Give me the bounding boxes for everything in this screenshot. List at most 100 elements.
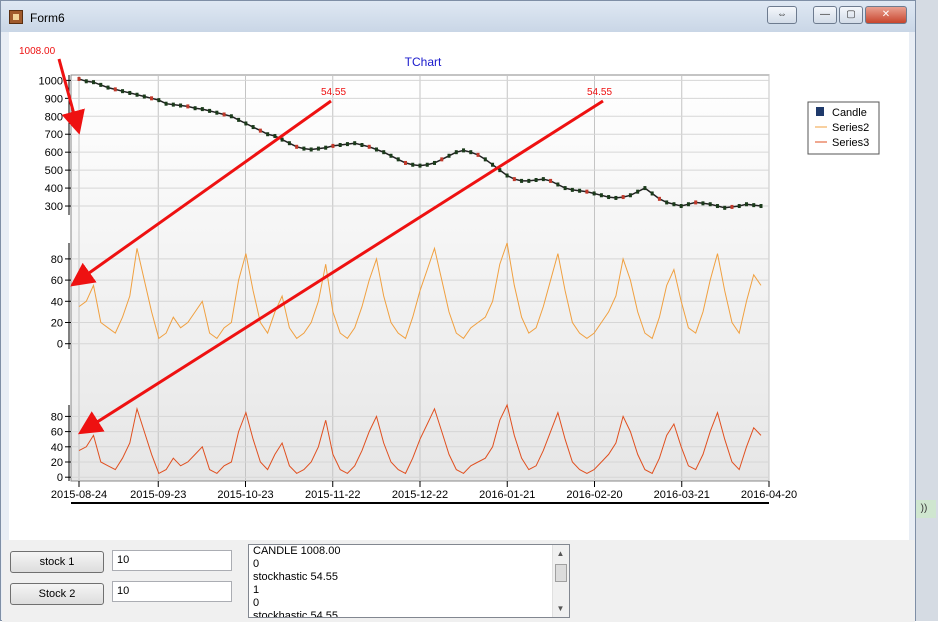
candle-mark [679,204,683,209]
y-tick-label: 80 [51,411,63,423]
candle-mark [520,178,524,183]
candle-mark [563,186,567,191]
candle-mark [686,202,690,207]
y-tick-label: 0 [57,339,63,351]
x-axis: 2015-08-24 2015-09-23 2015-10-23 2015-11-22… [51,481,797,501]
candle-mark [723,205,727,210]
candle-mark [607,195,611,200]
stock1-button[interactable]: stock 1 [10,551,104,573]
memo-line: stockhastic 54.55 [253,571,338,583]
candle-mark [258,128,262,133]
candle-mark [454,150,458,155]
y-tick-label: 500 [45,165,63,177]
y-tick-label: 60 [51,275,63,287]
candle-mark [643,186,647,191]
candle-mark [570,187,574,192]
candle-mark [636,189,640,194]
annotation-stoch-2: 54.55 [587,87,612,98]
candle-mark [418,163,422,168]
candle-mark [367,144,371,149]
candle-mark [425,162,429,167]
candle-mark [164,101,168,106]
candle-mark [287,141,291,146]
legend-candle-swatch [816,107,824,116]
candle-mark [128,90,132,95]
candle-mark [578,188,582,193]
memo-scrollbar[interactable]: ▲ ▼ [552,545,569,617]
y-tick-label: 40 [51,296,63,308]
candle-mark [462,148,466,153]
scroll-down-icon[interactable]: ▼ [553,601,568,616]
candle-mark [614,195,618,200]
y-tick-label: 400 [45,183,63,195]
candle-mark [403,160,407,165]
candle-mark [759,204,763,209]
candle-mark [106,85,110,90]
legend[interactable]: Candle Series2 Series3 [807,101,880,155]
y-tick-label: 20 [51,457,63,469]
x-tick-label: 2015-10-23 [217,489,273,501]
candle-mark [527,178,531,183]
candle-mark [345,142,349,147]
candle-mark [628,193,632,198]
candle-mark [229,114,233,119]
stock2-button[interactable]: Stock 2 [10,583,104,605]
y-tick-label: 0 [57,472,63,484]
candle-mark [135,92,139,97]
memo-line: 0 [253,597,260,609]
candle-mark [215,110,219,115]
candle-mark [672,202,676,207]
stock1-input[interactable]: 10 [112,550,232,571]
candle-mark [273,134,277,139]
candle-mark [171,102,175,107]
candle-mark [360,143,364,147]
candle-mark [324,145,328,150]
candle-mark [599,193,603,198]
scroll-thumb[interactable] [555,564,567,582]
candle-mark [665,200,669,205]
output-memo[interactable]: CANDLE 1008.00 0 stockhastic 54.55 1 0 s… [248,544,570,618]
candle-mark [374,147,378,152]
candle-mark [701,201,705,206]
tchart[interactable]: TChart 100090080070060050040030080604020… [1,1,917,541]
candle-mark [142,94,146,99]
candle-mark [708,202,712,207]
candle-mark [752,203,756,208]
x-tick-label: 2016-03-21 [654,489,710,501]
candle-mark [737,204,741,209]
candle-mark [730,204,734,209]
x-tick-label: 2016-01-21 [479,489,535,501]
candle-mark [411,162,415,167]
stock2-input[interactable]: 10 [112,581,232,602]
annotation-stoch-1: 54.55 [321,87,346,98]
candle-mark [592,191,596,196]
candle-mark [433,160,437,165]
candle-mark [541,177,545,182]
candle-mark [694,200,698,205]
candle-mark [657,196,661,201]
legend-label-series3: Series3 [832,137,869,149]
memo-line: 1 [253,584,260,596]
candle-mark [389,153,393,158]
candle-mark [208,108,212,113]
candle-mark [469,150,473,155]
y-tick-label: 600 [45,147,63,159]
candle-mark [744,202,748,207]
candle-mark [338,143,342,147]
y-tick-label: 1000 [39,75,63,87]
legend-label-candle: Candle [832,107,867,119]
y-tick-label: 300 [45,201,63,213]
candle-mark [534,178,538,182]
legend-label-series2: Series2 [832,122,869,134]
candle-mark [483,157,487,162]
y-tick-label: 80 [51,254,63,266]
candle-mark [309,147,313,152]
memo-line: CANDLE 1008.00 [253,545,341,557]
candle-mark [316,146,320,151]
scroll-up-icon[interactable]: ▲ [553,546,568,561]
x-tick-label: 2015-08-24 [51,489,107,501]
candle-mark [476,152,480,157]
candle-mark [77,76,81,81]
memo-line: 0 [253,558,260,570]
candle-mark [266,132,270,137]
